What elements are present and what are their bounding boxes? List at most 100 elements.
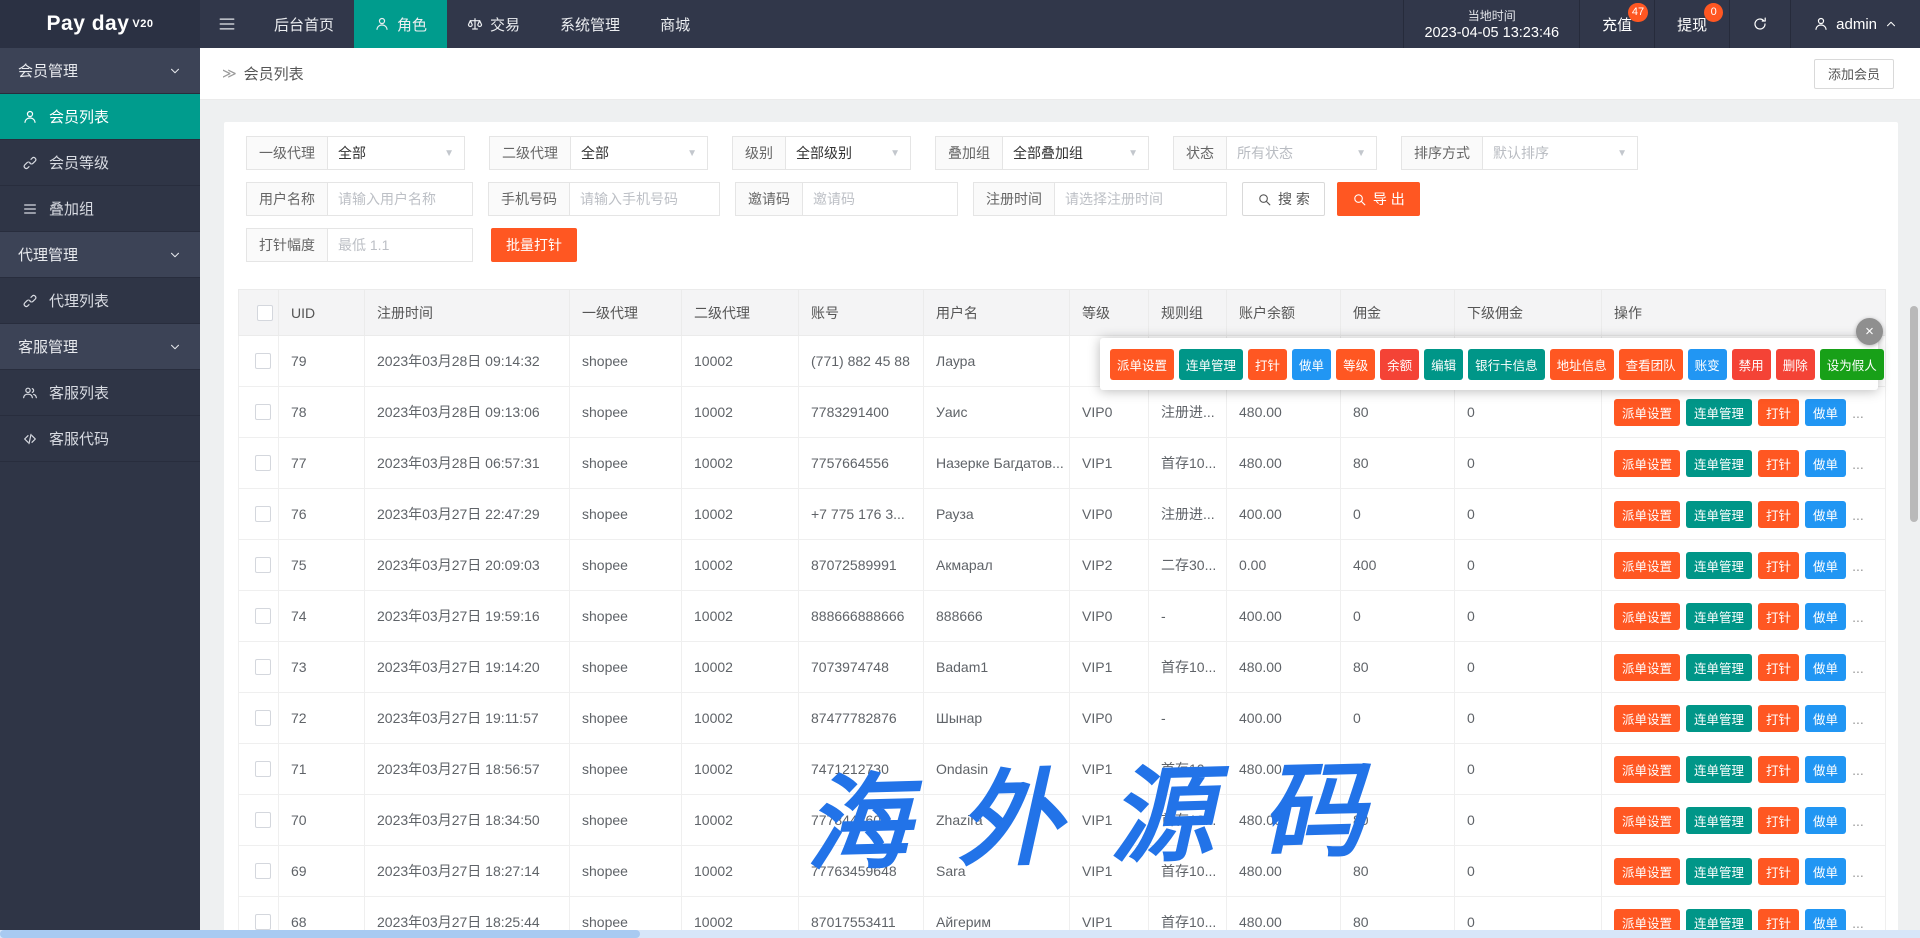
admin-menu[interactable]: admin: [1790, 0, 1920, 48]
status-select-dropdown[interactable]: 所有状态 ▼: [1227, 136, 1377, 170]
add-member-button[interactable]: 添加会员: [1813, 58, 1894, 89]
inject-button[interactable]: 打针: [1758, 806, 1800, 834]
chain-order-manage-button[interactable]: 连单管理: [1686, 857, 1753, 885]
chain-order-manage-button[interactable]: 连单管理: [1686, 551, 1753, 579]
dispatch-settings-button[interactable]: 派单设置: [1614, 653, 1681, 681]
nav-trade[interactable]: 交易: [447, 0, 540, 48]
row-checkbox[interactable]: [254, 710, 271, 726]
more-actions-button[interactable]: ...: [1852, 660, 1864, 676]
dispatch-settings-button[interactable]: 派单设置: [1614, 857, 1681, 885]
stack-group-select-dropdown[interactable]: 全部叠加组 ▼: [1003, 136, 1149, 170]
more-actions-button[interactable]: ...: [1852, 915, 1864, 931]
do-order-button[interactable]: 做单: [1805, 806, 1847, 834]
more-actions-button[interactable]: ...: [1852, 558, 1864, 574]
row-checkbox[interactable]: [254, 812, 271, 828]
set-fake-user-button[interactable]: 设为假人: [1819, 348, 1884, 380]
more-actions-button[interactable]: ...: [1852, 609, 1864, 625]
withdraw-button[interactable]: 提现 0: [1654, 0, 1729, 48]
sidebar-section-member-management[interactable]: 会员管理: [0, 48, 200, 94]
horizontal-scrollbar-track[interactable]: [0, 930, 1920, 938]
more-actions-button[interactable]: ...: [1852, 711, 1864, 727]
inject-button[interactable]: 打针: [1758, 500, 1800, 528]
dispatch-settings-button[interactable]: 派单设置: [1614, 602, 1681, 630]
dispatch-settings-button[interactable]: 派单设置: [1614, 398, 1681, 426]
do-order-button[interactable]: 做单: [1805, 653, 1847, 681]
chain-order-manage-button[interactable]: 连单管理: [1686, 755, 1753, 783]
more-actions-button[interactable]: ...: [1852, 456, 1864, 472]
batch-inject-button[interactable]: 批量打针: [491, 228, 577, 262]
row-checkbox[interactable]: [254, 353, 271, 369]
sidebar-item-stack-group[interactable]: 叠加组: [0, 186, 200, 232]
search-button[interactable]: 搜 索: [1242, 182, 1325, 216]
inject-button[interactable]: 打针: [1758, 653, 1800, 681]
select-all-checkbox[interactable]: [256, 304, 273, 321]
chain-order-manage-button[interactable]: 连单管理: [1686, 500, 1753, 528]
do-order-button[interactable]: 做单: [1805, 602, 1847, 630]
nav-dashboard[interactable]: 后台首页: [254, 0, 354, 48]
do-order-button[interactable]: 做单: [1805, 551, 1847, 579]
row-checkbox[interactable]: [254, 557, 271, 573]
invite-code-field-input[interactable]: [803, 182, 958, 216]
sidebar-item-member-level[interactable]: 会员等级: [0, 140, 200, 186]
inject-range-input[interactable]: [328, 228, 473, 262]
chain-order-manage-button[interactable]: 连单管理: [1686, 398, 1753, 426]
dispatch-settings-button[interactable]: 派单设置: [1614, 449, 1681, 477]
dispatch-settings-button[interactable]: 派单设置: [1110, 348, 1175, 380]
sort-select-dropdown[interactable]: 默认排序 ▼: [1483, 136, 1638, 170]
edit-button[interactable]: 编辑: [1424, 348, 1464, 380]
export-button[interactable]: 导 出: [1336, 182, 1420, 216]
chain-order-manage-button[interactable]: 连单管理: [1686, 653, 1753, 681]
do-order-button[interactable]: 做单: [1292, 348, 1332, 380]
more-actions-button[interactable]: ...: [1852, 405, 1864, 421]
nav-roles[interactable]: 角色: [354, 0, 448, 48]
view-team-button[interactable]: 查看团队: [1618, 348, 1683, 380]
row-checkbox[interactable]: [254, 659, 271, 675]
phone-field-input[interactable]: [570, 182, 720, 216]
more-actions-button[interactable]: ...: [1852, 507, 1864, 523]
more-actions-button[interactable]: ...: [1852, 813, 1864, 829]
register-time-field-input[interactable]: [1055, 182, 1227, 216]
inject-button[interactable]: 打针: [1758, 857, 1800, 885]
inject-button[interactable]: 打针: [1758, 449, 1800, 477]
chain-order-manage-button[interactable]: 连单管理: [1686, 449, 1753, 477]
dispatch-settings-button[interactable]: 派单设置: [1614, 551, 1681, 579]
do-order-button[interactable]: 做单: [1805, 857, 1847, 885]
address-info-button[interactable]: 地址信息: [1549, 348, 1614, 380]
row-checkbox[interactable]: [254, 506, 271, 522]
inject-button[interactable]: 打针: [1248, 348, 1288, 380]
more-actions-button[interactable]: ...: [1852, 762, 1864, 778]
sidebar-section-agent-management[interactable]: 代理管理: [0, 232, 200, 278]
username-field-input[interactable]: [328, 182, 473, 216]
vertical-scrollbar[interactable]: [1910, 306, 1918, 522]
row-checkbox[interactable]: [254, 404, 271, 420]
refresh-button[interactable]: [1729, 0, 1790, 48]
more-actions-button[interactable]: ...: [1852, 864, 1864, 880]
level-button[interactable]: 等级: [1336, 348, 1376, 380]
bank-card-info-button[interactable]: 银行卡信息: [1468, 348, 1545, 380]
row-checkbox[interactable]: [254, 761, 271, 777]
row-checkbox[interactable]: [254, 863, 271, 879]
inject-button[interactable]: 打针: [1758, 755, 1800, 783]
dispatch-settings-button[interactable]: 派单设置: [1614, 806, 1681, 834]
do-order-button[interactable]: 做单: [1805, 500, 1847, 528]
balance-button[interactable]: 余额: [1380, 348, 1420, 380]
disable-button[interactable]: 禁用: [1731, 348, 1771, 380]
dispatch-settings-button[interactable]: 派单设置: [1614, 500, 1681, 528]
dispatch-settings-button[interactable]: 派单设置: [1614, 704, 1681, 732]
chain-order-manage-button[interactable]: 连单管理: [1686, 704, 1753, 732]
do-order-button[interactable]: 做单: [1805, 398, 1847, 426]
chain-order-manage-button[interactable]: 连单管理: [1179, 348, 1244, 380]
row-checkbox[interactable]: [254, 455, 271, 471]
chain-order-manage-button[interactable]: 连单管理: [1686, 602, 1753, 630]
sidebar-section-service-management[interactable]: 客服管理: [0, 324, 200, 370]
account-change-button[interactable]: 账变: [1687, 348, 1727, 380]
agent1-select-dropdown[interactable]: 全部 ▼: [328, 136, 465, 170]
close-icon[interactable]: ×: [1856, 318, 1883, 345]
sidebar-item-service-code[interactable]: 客服代码: [0, 416, 200, 462]
dispatch-settings-button[interactable]: 派单设置: [1614, 755, 1681, 783]
do-order-button[interactable]: 做单: [1805, 704, 1847, 732]
sidebar-toggle-icon[interactable]: [200, 0, 254, 48]
inject-button[interactable]: 打针: [1758, 551, 1800, 579]
do-order-button[interactable]: 做单: [1805, 449, 1847, 477]
row-checkbox[interactable]: [254, 608, 271, 624]
